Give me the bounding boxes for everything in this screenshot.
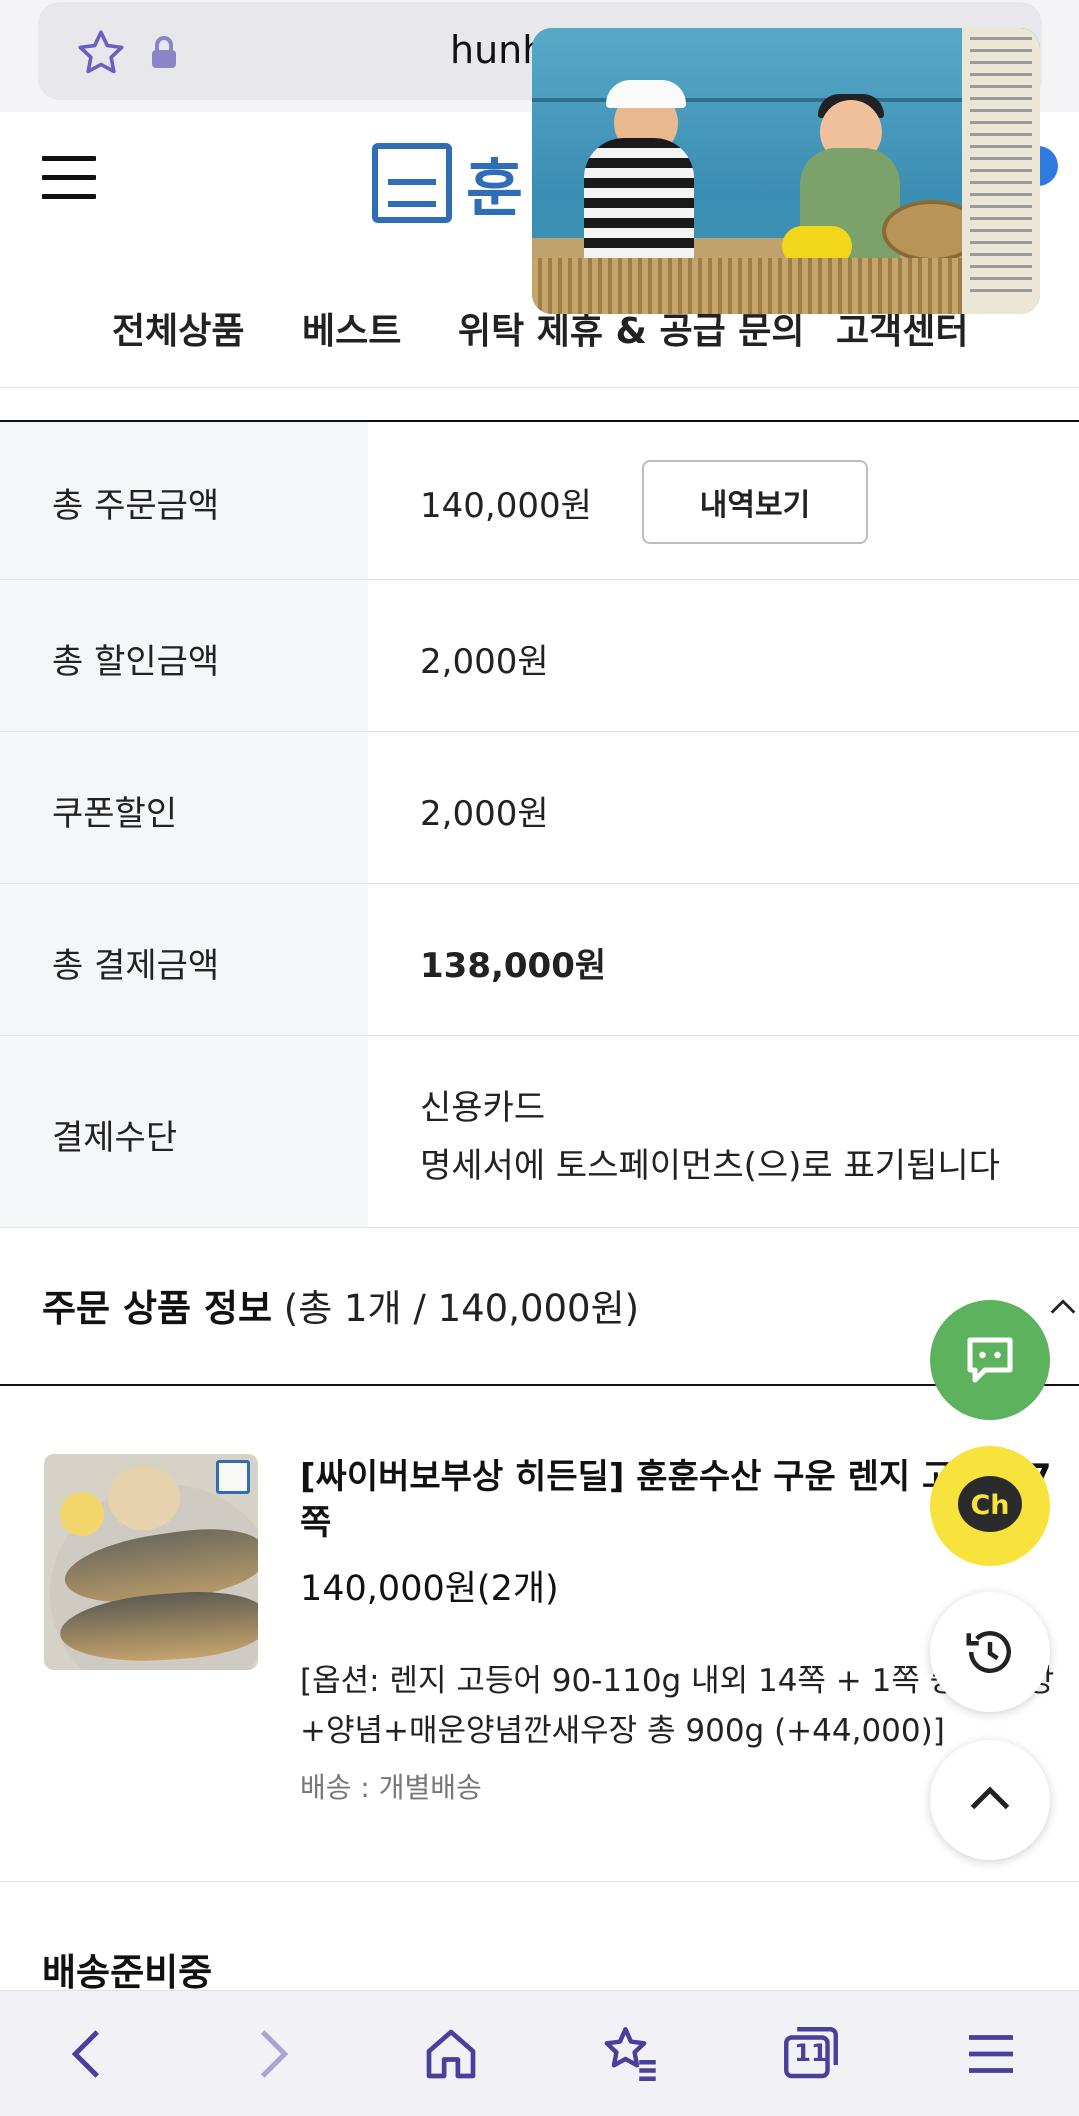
row-value: 138,000원 — [420, 946, 607, 986]
lock-icon — [152, 36, 176, 68]
order-summary-table: 총 주문금액 140,000원 내역보기 총 할인금액 2,000원 쿠폰할인 … — [0, 420, 1079, 1228]
shipping-info: 배송 : 개별배송 — [300, 1771, 482, 1804]
row-label: 쿠폰할인 — [52, 794, 178, 834]
bookmarks-button[interactable] — [598, 2021, 664, 2087]
product-price: 140,000원(2개) — [300, 1569, 559, 1609]
summary-row-total-payment: 총 결제금액 138,000원 — [0, 884, 1079, 1036]
talk-chat-button[interactable] — [930, 1300, 1050, 1420]
browser-bottom-bar: 11 — [0, 1990, 1079, 2116]
view-history-button[interactable]: 내역보기 — [642, 460, 868, 544]
logo-text: 훈 — [466, 152, 524, 225]
summary-row-coupon: 쿠폰할인 2,000원 — [0, 732, 1079, 884]
row-label: 결제수단 — [52, 1118, 178, 1158]
order-items-header[interactable]: 주문 상품 정보 (총 1개 / 140,000원) — [0, 1226, 1079, 1386]
payment-method: 신용카드 — [420, 1088, 546, 1128]
home-icon — [426, 2029, 476, 2079]
summary-row-total-discount: 총 할인금액 2,000원 — [0, 580, 1079, 732]
tabs-button[interactable]: 11 — [778, 2021, 844, 2087]
section-subtitle: (총 1개 / 140,000원) — [283, 1287, 640, 1330]
brand-mark-icon — [216, 1460, 250, 1494]
scroll-top-button[interactable] — [930, 1740, 1050, 1860]
bookmark-star-icon[interactable] — [74, 26, 128, 80]
site-logo[interactable]: 훈 — [372, 142, 523, 225]
forward-button[interactable] — [238, 2021, 304, 2087]
bookmark-list-icon — [604, 2027, 656, 2081]
row-value: 140,000원 — [420, 486, 592, 526]
row-label: 총 결제금액 — [52, 946, 220, 986]
menu-icon — [969, 2035, 1013, 2073]
tab-count: 11 — [794, 2039, 828, 2067]
back-button[interactable] — [56, 2021, 122, 2087]
channel-talk-button[interactable]: Ch — [930, 1446, 1050, 1566]
chevron-right-icon — [260, 2030, 289, 2078]
logo-mark-icon — [372, 143, 452, 223]
menu-icon[interactable] — [42, 156, 96, 200]
chevron-up-icon[interactable] — [1046, 1290, 1079, 1324]
history-icon — [966, 1631, 1011, 1673]
row-label: 총 할인금액 — [52, 642, 220, 682]
order-item: [싸이버보부상 히든딜] 훈훈수산 구운 렌지 고등어 7쪽 140,000원(… — [0, 1388, 1079, 1882]
pip-chat-panel — [962, 28, 1040, 314]
section-title: 주문 상품 정보 (총 1개 / 140,000원) — [42, 1287, 640, 1330]
pip-video[interactable] — [532, 28, 1040, 314]
row-value: 2,000원 — [420, 794, 549, 834]
home-button[interactable] — [418, 2021, 484, 2087]
chat-bubble-icon — [967, 1337, 1013, 1383]
nav-best[interactable]: 베스트 — [302, 302, 401, 354]
summary-row-total-order: 총 주문금액 140,000원 내역보기 — [0, 422, 1079, 580]
payment-note: 명세서에 토스페이먼츠(으)로 표기됩니다 — [420, 1146, 1000, 1186]
summary-row-payment-method: 결제수단 신용카드 명세서에 토스페이먼츠(으)로 표기됩니다 — [0, 1036, 1079, 1228]
delivery-status-title: 배송준비중 — [42, 1951, 213, 1994]
browser-menu-button[interactable] — [958, 2021, 1024, 2087]
chevron-left-icon — [71, 2030, 100, 2078]
recent-history-button[interactable] — [930, 1592, 1050, 1712]
row-value: 2,000원 — [420, 642, 549, 682]
product-thumbnail[interactable] — [44, 1454, 258, 1670]
nav-all-products[interactable]: 전체상품 — [112, 302, 244, 354]
channel-label: Ch — [970, 1490, 1010, 1521]
chevron-up-icon — [970, 1786, 1010, 1810]
row-label: 총 주문금액 — [52, 486, 220, 526]
